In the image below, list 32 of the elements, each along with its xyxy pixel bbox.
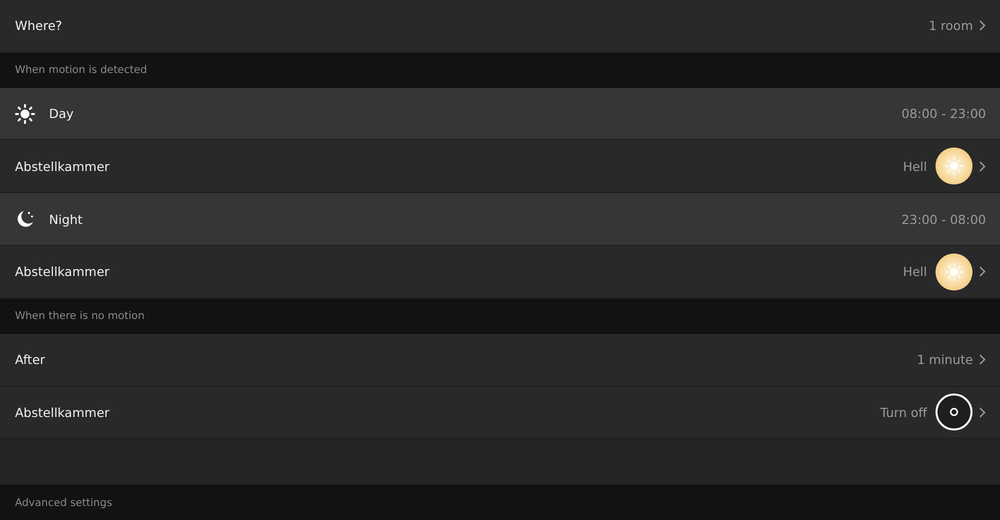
room-label: Abstellkammer <box>15 158 110 174</box>
scene-value: Hell <box>902 264 927 280</box>
off-swatch-icon[interactable] <box>935 393 973 432</box>
sun-icon <box>15 104 35 124</box>
moon-icon <box>15 209 35 230</box>
period-label: Night <box>49 212 83 227</box>
chevron-icon <box>979 406 986 418</box>
chevron-icon <box>979 354 986 366</box>
chevron-icon <box>979 160 986 172</box>
setting-value: 1 room <box>928 18 973 34</box>
time-range: 23:00 - 08:00 <box>901 212 986 227</box>
settings-row[interactable]: Where? 1 room <box>0 0 1000 53</box>
sun-swatch-icon[interactable] <box>935 252 973 291</box>
section-header: When there is no motion <box>15 310 145 322</box>
settings-row[interactable]: After 1 minute <box>0 334 1000 386</box>
settings-row[interactable]: Abstellkammer Hell <box>0 140 1000 194</box>
settings-row[interactable]: Abstellkammer Turn off <box>0 386 1000 440</box>
setting-label: After <box>15 352 46 368</box>
scene-value: Hell <box>902 158 927 174</box>
sun-swatch-icon[interactable] <box>935 147 973 186</box>
setting-label: Where? <box>15 18 62 34</box>
time-range: 08:00 - 23:00 <box>901 106 986 122</box>
room-label: Abstellkammer <box>15 404 110 420</box>
settings-row[interactable]: Abstellkammer Hell <box>0 246 1000 299</box>
scene-value: Turn off <box>880 404 927 420</box>
chevron-icon <box>979 20 986 32</box>
room-label: Abstellkammer <box>15 264 110 280</box>
chevron-icon <box>979 266 986 278</box>
section-header: When motion is detected <box>15 64 148 76</box>
period-label: Day <box>49 106 74 122</box>
section-header: Advanced settings <box>15 496 112 509</box>
setting-value: 1 minute <box>916 352 973 368</box>
